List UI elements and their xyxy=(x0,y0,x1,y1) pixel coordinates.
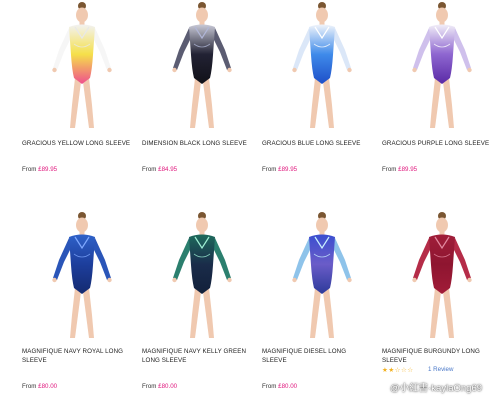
right-hand xyxy=(227,277,232,283)
left-sleeve xyxy=(293,28,312,70)
left-sleeve xyxy=(173,28,192,70)
model-illustration xyxy=(172,212,232,338)
product-grid: GRACIOUS YELLOW LONG SLEEVE From £89.95 … xyxy=(0,0,503,400)
leotard xyxy=(69,234,95,294)
left-leg xyxy=(70,78,81,128)
right-hand xyxy=(347,67,352,73)
left-sleeve xyxy=(413,238,432,280)
model-illustration xyxy=(52,212,112,338)
leotard xyxy=(429,234,455,294)
right-hand xyxy=(227,67,232,73)
right-leg xyxy=(203,78,214,128)
product-name[interactable]: GRACIOUS YELLOW LONG SLEEVE xyxy=(22,139,142,148)
right-leg xyxy=(323,78,334,128)
head xyxy=(196,7,208,23)
product-price: From £89.95 xyxy=(262,166,298,173)
head xyxy=(76,7,88,23)
right-sleeve xyxy=(452,28,471,70)
left-hand xyxy=(292,277,297,283)
leotard xyxy=(69,24,95,84)
product-image[interactable] xyxy=(382,210,502,340)
leotard xyxy=(189,24,215,84)
right-sleeve xyxy=(332,28,351,70)
head xyxy=(316,7,328,23)
left-hand xyxy=(52,277,57,283)
watermark: @小紅書·kaylaOng69 xyxy=(390,383,483,394)
model-illustration xyxy=(172,2,232,128)
product-name[interactable]: MAGNIFIQUE NAVY ROYAL LONG SLEEVE xyxy=(22,347,130,365)
product-image[interactable] xyxy=(262,210,382,340)
left-sleeve xyxy=(53,28,72,70)
left-sleeve xyxy=(293,238,312,280)
product-price: From £89.95 xyxy=(382,166,418,173)
right-leg xyxy=(203,288,214,338)
product-name[interactable]: MAGNIFIQUE NAVY KELLY GREEN LONG SLEEVE xyxy=(142,347,260,365)
right-sleeve xyxy=(332,238,351,280)
left-leg xyxy=(70,288,81,338)
right-hand xyxy=(107,67,112,73)
right-hand xyxy=(347,277,352,283)
left-sleeve xyxy=(53,238,72,280)
leotard xyxy=(429,24,455,84)
right-hand xyxy=(107,277,112,283)
left-leg xyxy=(310,78,321,128)
model-illustration xyxy=(412,2,472,128)
left-leg xyxy=(430,78,441,128)
product-image[interactable] xyxy=(142,0,262,130)
left-sleeve xyxy=(413,28,432,70)
product-name[interactable]: MAGNIFIQUE DIESEL LONG SLEEVE xyxy=(262,347,362,365)
product-price: From £80.00 xyxy=(22,383,58,390)
right-leg xyxy=(443,288,454,338)
right-leg xyxy=(83,78,94,128)
product-image[interactable] xyxy=(22,0,142,130)
head xyxy=(436,7,448,23)
left-leg xyxy=(430,288,441,338)
product-image[interactable] xyxy=(262,0,382,130)
product-price: From £89.95 xyxy=(22,166,58,173)
right-leg xyxy=(443,78,454,128)
leotard xyxy=(189,234,215,294)
product-name[interactable]: DIMENSION BLACK LONG SLEEVE xyxy=(142,139,262,148)
right-sleeve xyxy=(92,238,111,280)
left-sleeve xyxy=(173,238,192,280)
model-illustration xyxy=(52,2,112,128)
head xyxy=(76,217,88,233)
product-name[interactable]: GRACIOUS BLUE LONG SLEEVE xyxy=(262,139,382,148)
product-price: From £80.00 xyxy=(142,383,178,390)
left-leg xyxy=(190,288,201,338)
leotard xyxy=(309,24,335,84)
left-leg xyxy=(310,288,321,338)
model-illustration xyxy=(292,2,352,128)
left-hand xyxy=(52,67,57,73)
left-hand xyxy=(172,277,177,283)
right-sleeve xyxy=(212,28,231,70)
product-price: From £84.95 xyxy=(142,166,178,173)
product-image[interactable] xyxy=(382,0,502,130)
left-hand xyxy=(292,67,297,73)
left-leg xyxy=(190,78,201,128)
left-hand xyxy=(172,67,177,73)
review-link[interactable]: 1 Review xyxy=(428,366,453,373)
head xyxy=(316,217,328,233)
right-sleeve xyxy=(92,28,111,70)
product-image[interactable] xyxy=(22,210,142,340)
model-illustration xyxy=(292,212,352,338)
product-name[interactable]: MAGNIFIQUE BURGUNDY LONG SLEEVE xyxy=(382,347,490,365)
right-leg xyxy=(83,288,94,338)
head xyxy=(196,217,208,233)
head xyxy=(436,217,448,233)
model-illustration xyxy=(412,212,472,338)
left-hand xyxy=(412,277,417,283)
right-sleeve xyxy=(452,238,471,280)
product-image[interactable] xyxy=(142,210,262,340)
right-hand xyxy=(467,277,472,283)
right-hand xyxy=(467,67,472,73)
leotard xyxy=(309,234,335,294)
product-name[interactable]: GRACIOUS PURPLE LONG SLEEVE xyxy=(382,139,502,148)
right-leg xyxy=(323,288,334,338)
rating-stars: ★★☆☆☆ xyxy=(382,367,414,374)
left-hand xyxy=(412,67,417,73)
product-price: From £80.00 xyxy=(262,383,298,390)
right-sleeve xyxy=(212,238,231,280)
